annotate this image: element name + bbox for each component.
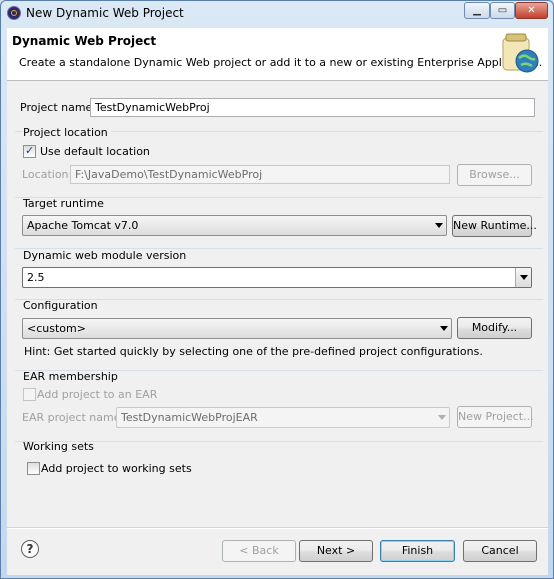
modify-button[interactable]: Modify... — [457, 317, 532, 339]
back-button[interactable]: < Back — [222, 540, 296, 562]
module-version-select[interactable]: 2.5 — [22, 267, 532, 288]
configuration-heading: Configuration — [23, 299, 98, 312]
wizard-footer: ? < Back Next > Finish Cancel — [7, 528, 548, 575]
target-runtime-heading: Target runtime — [23, 197, 104, 210]
ear-project-name-label: EAR project name: — [22, 411, 125, 424]
project-location-heading: Project location — [23, 126, 111, 139]
new-runtime-button[interactable]: New Runtime... — [452, 215, 537, 237]
finish-button[interactable]: Finish — [380, 540, 455, 562]
banner-description: Create a standalone Dynamic Web project … — [19, 56, 543, 69]
dialog-window: New Dynamic Web Project ▁ ▭ ✕ Dynamic We… — [0, 0, 554, 579]
cancel-button[interactable]: Cancel — [463, 540, 537, 562]
location-label: Location: — [22, 168, 73, 181]
target-runtime-value: Apache Tomcat v7.0 — [27, 219, 139, 232]
chevron-down-icon — [520, 275, 528, 280]
web-project-jar-globe-icon — [502, 33, 539, 73]
browse-button[interactable]: Browse... — [457, 164, 532, 186]
configuration-hint: Hint: Get started quickly by selecting o… — [24, 345, 483, 358]
title-bar[interactable]: New Dynamic Web Project ▁ ▭ ✕ — [1, 1, 553, 25]
wizard-banner: Dynamic Web Project Create a standalone … — [7, 28, 548, 81]
configuration-select[interactable]: <custom> — [22, 318, 452, 339]
wizard-content: Project name: TestDynamicWebProj Project… — [7, 81, 548, 527]
chevron-down-icon — [438, 415, 446, 420]
location-input[interactable]: F:\JavaDemo\TestDynamicWebProj — [70, 165, 450, 184]
window-title: New Dynamic Web Project — [26, 6, 184, 20]
add-to-ear-label[interactable]: Add project to an EAR — [37, 388, 157, 401]
minimize-button[interactable]: ▁ — [464, 2, 490, 19]
ear-project-name-value: TestDynamicWebProjEAR — [121, 411, 258, 424]
close-button[interactable]: ✕ — [515, 2, 548, 19]
eclipse-icon — [7, 6, 21, 20]
project-name-input[interactable]: TestDynamicWebProj — [90, 98, 535, 117]
ear-membership-heading: EAR membership — [23, 370, 118, 383]
add-to-ear-checkbox[interactable] — [23, 388, 36, 401]
module-version-heading: Dynamic web module version — [23, 249, 187, 262]
project-name-label: Project name: — [20, 101, 97, 114]
banner-title: Dynamic Web Project — [12, 34, 157, 48]
chevron-down-icon — [435, 223, 443, 228]
working-sets-heading: Working sets — [23, 440, 94, 453]
chevron-down-icon — [440, 326, 448, 331]
help-icon[interactable]: ? — [21, 540, 39, 558]
configuration-value: <custom> — [27, 322, 86, 335]
module-version-value: 2.5 — [27, 271, 45, 284]
maximize-button[interactable]: ▭ — [490, 2, 515, 19]
target-runtime-select[interactable]: Apache Tomcat v7.0 — [22, 215, 447, 236]
add-to-working-sets-label[interactable]: Add project to working sets — [41, 462, 192, 475]
ear-project-name-select[interactable]: TestDynamicWebProjEAR — [116, 407, 450, 428]
use-default-location-label[interactable]: Use default location — [40, 145, 150, 158]
group-separator — [15, 441, 543, 442]
next-button[interactable]: Next > — [299, 540, 373, 562]
add-to-working-sets-checkbox[interactable] — [27, 462, 40, 475]
new-ear-project-button[interactable]: New Project... — [457, 406, 534, 428]
use-default-location-checkbox[interactable] — [23, 144, 36, 158]
